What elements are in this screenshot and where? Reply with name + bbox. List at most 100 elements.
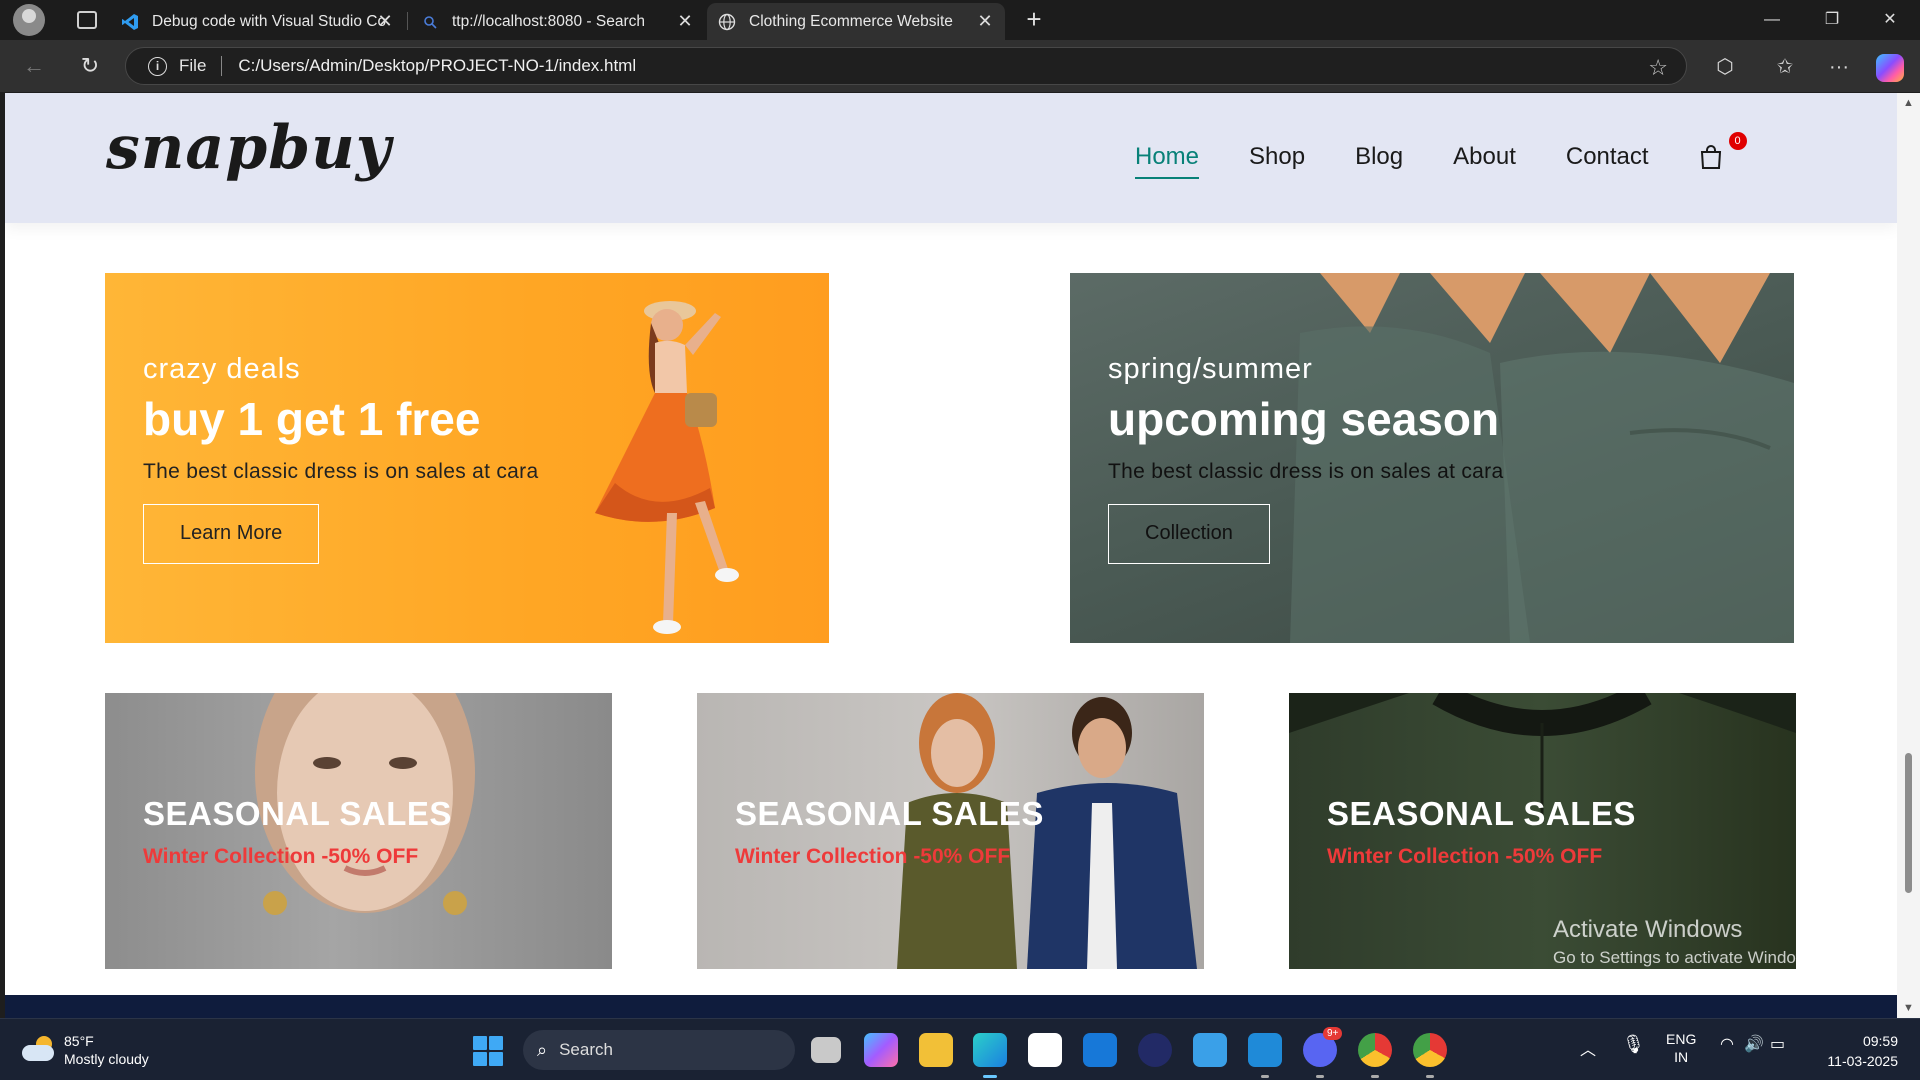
chrome-profile-icon[interactable]	[1413, 1033, 1447, 1067]
main-nav: Home Shop Blog About Contact 0	[1135, 132, 1747, 179]
notepad-icon[interactable]	[1193, 1033, 1227, 1067]
discord-icon[interactable]: 9+	[1303, 1027, 1343, 1067]
seasonal-text: SEASONAL SALES Winter Collection -50% OF…	[735, 795, 1044, 869]
close-tab-icon[interactable]: ✕	[675, 11, 695, 31]
chevron-up-icon[interactable]: ︿	[1580, 1036, 1596, 1060]
windows-start-icon[interactable]	[473, 1036, 503, 1066]
back-icon[interactable]: ←	[20, 52, 48, 80]
nav-shop[interactable]: Shop	[1249, 143, 1305, 171]
edge-browser-icon[interactable]	[973, 1033, 1007, 1067]
region-code: IN	[1674, 1049, 1689, 1065]
banner-description: The best classic dress is on sales at ca…	[1108, 460, 1504, 483]
weather-temperature: 85°F	[64, 1033, 94, 1049]
tab-title: ttp://localhost:8080 - Search	[452, 12, 646, 30]
promo-banner-season: spring/summer upcoming season The best c…	[1070, 273, 1794, 643]
seasonal-sale-card[interactable]: SEASONAL SALES Winter Collection -50% OF…	[105, 693, 612, 969]
app-running-indicator	[1426, 1075, 1434, 1078]
address-divider	[221, 56, 223, 76]
newsletter-strip	[5, 995, 1897, 1018]
seasonal-sale-card[interactable]: SEASONAL SALES Winter Collection -50% OF…	[1289, 693, 1796, 969]
browser-tab-vscode[interactable]: Debug code with Visual Studio Co ✕	[110, 3, 405, 40]
seasonal-text: SEASONAL SALES Winter Collection -50% OF…	[1327, 795, 1636, 869]
scheme-label: File	[179, 56, 207, 75]
seasonal-subtitle: Winter Collection -50% OFF	[143, 845, 419, 868]
app-running-indicator	[1371, 1075, 1379, 1078]
cloudy-weather-icon	[22, 1036, 56, 1064]
copilot-icon[interactable]	[1876, 54, 1904, 82]
favorite-star-icon[interactable]: ☆	[1648, 55, 1668, 81]
nav-contact[interactable]: Contact	[1566, 143, 1649, 171]
volume-icon[interactable]: 🔊	[1744, 1034, 1764, 1054]
seasonal-sale-card[interactable]: SEASONAL SALES Winter Collection -50% OF…	[697, 693, 1204, 969]
seasonal-title: SEASONAL SALES	[1327, 795, 1636, 832]
more-menu-icon[interactable]: ···	[1824, 52, 1854, 82]
taskbar-search[interactable]: ⌕ Search	[523, 1030, 795, 1070]
wifi-icon[interactable]: ◠	[1720, 1034, 1734, 1054]
browser-tab-strip: Debug code with Visual Studio Co ✕ ttp:/…	[0, 0, 1920, 40]
windows-taskbar: 85°F Mostly cloudy ⌕ Search 9+ ︿ 🎙 ENG I…	[0, 1018, 1920, 1080]
file-explorer-icon[interactable]	[919, 1033, 953, 1067]
chrome-icon[interactable]	[1358, 1033, 1392, 1067]
battery-icon[interactable]: ▭	[1770, 1034, 1785, 1054]
banner-headline: upcoming season	[1108, 393, 1500, 445]
address-bar[interactable]: i File C:/Users/Admin/Desktop/PROJECT-NO…	[125, 47, 1687, 85]
seasonal-subtitle: Winter Collection -50% OFF	[1327, 845, 1603, 868]
close-window-icon[interactable]: ✕	[1870, 6, 1910, 34]
cart-count-badge: 0	[1728, 132, 1747, 150]
page-scrollbar[interactable]: ▲ ▼	[1897, 93, 1920, 1018]
task-view-icon[interactable]	[811, 1037, 841, 1063]
collection-button[interactable]: Collection	[1108, 504, 1270, 564]
seasonal-title: SEASONAL SALES	[735, 795, 1044, 832]
new-tab-icon[interactable]: +	[1020, 6, 1048, 34]
extensions-icon[interactable]: ⬡	[1710, 52, 1740, 82]
globe-icon	[717, 12, 737, 32]
minimize-icon[interactable]: —	[1752, 6, 1792, 34]
cart-icon[interactable]: 0	[1699, 132, 1747, 170]
microsoft-store-icon[interactable]	[1028, 1033, 1062, 1067]
active-app-indicator	[983, 1075, 997, 1078]
model-woman-image	[595, 301, 739, 634]
scroll-up-icon[interactable]: ▲	[1903, 97, 1914, 109]
clock-date: 11-03-2025	[1827, 1053, 1898, 1069]
favorites-icon[interactable]: ✩	[1770, 52, 1800, 82]
nav-about[interactable]: About	[1453, 143, 1516, 171]
banner-headline: buy 1 get 1 free	[143, 393, 481, 445]
close-tab-icon[interactable]: ✕	[375, 11, 395, 31]
browser-toolbar: ← ↻ i File C:/Users/Admin/Desktop/PROJEC…	[0, 40, 1920, 92]
scroll-down-icon[interactable]: ▼	[1903, 1002, 1914, 1014]
restore-icon[interactable]: ❐	[1812, 6, 1852, 34]
language-indicator[interactable]: ENG IN	[1666, 1030, 1696, 1066]
seasonal-text: SEASONAL SALES Winter Collection -50% OF…	[143, 795, 452, 869]
search-icon: ⌕	[537, 1039, 548, 1060]
browser-tab-active[interactable]: Clothing Ecommerce Website ✕	[707, 3, 1005, 40]
scroll-thumb[interactable]	[1905, 753, 1912, 893]
app-running-indicator	[1316, 1075, 1324, 1078]
reload-icon[interactable]: ↻	[76, 52, 104, 80]
banner-text: crazy deals buy 1 get 1 free The best cl…	[143, 353, 538, 564]
url-text[interactable]: C:/Users/Admin/Desktop/PROJECT-NO-1/inde…	[238, 56, 636, 76]
copilot-app-icon[interactable]	[864, 1033, 898, 1067]
outlook-icon[interactable]	[1083, 1033, 1117, 1067]
learn-more-button[interactable]: Learn More	[143, 504, 320, 564]
browser-tab-search[interactable]: ttp://localhost:8080 - Search ✕	[410, 3, 705, 40]
microphone-icon[interactable]: 🎙	[1622, 1034, 1645, 1055]
tab-divider	[407, 12, 408, 30]
close-tab-icon[interactable]: ✕	[975, 11, 995, 31]
system-clock[interactable]: 09:59 11-03-2025	[1812, 1031, 1898, 1071]
seasonal-subtitle: Winter Collection -50% OFF	[735, 845, 1011, 868]
banner-kicker: crazy deals	[143, 353, 301, 385]
weather-widget[interactable]: 85°F Mostly cloudy	[22, 1032, 149, 1068]
language-code: ENG	[1666, 1031, 1697, 1047]
site-logo[interactable]: snapbuy	[106, 113, 392, 183]
nav-blog[interactable]: Blog	[1355, 143, 1403, 171]
tab-actions-icon[interactable]	[77, 11, 97, 29]
search-icon	[420, 12, 440, 32]
profile-avatar-icon[interactable]	[13, 4, 45, 36]
vscode-taskbar-icon[interactable]	[1248, 1033, 1282, 1067]
eclipse-icon[interactable]	[1138, 1033, 1172, 1067]
site-header: snapbuy Home Shop Blog About Contact 0	[5, 93, 1897, 223]
site-info-icon[interactable]: i	[148, 56, 167, 76]
nav-home[interactable]: Home	[1135, 143, 1200, 179]
weather-description: Mostly cloudy	[64, 1051, 149, 1067]
seasonal-title: SEASONAL SALES	[143, 795, 452, 832]
